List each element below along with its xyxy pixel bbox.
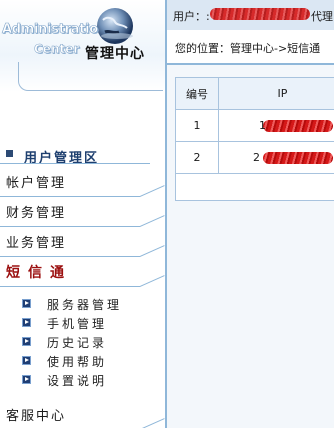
nav-label: 业务管理 [6, 236, 67, 251]
main-panel: 用户：: 代理 您的位置：管理中心->短信通 编号 IP 1 1 2 2 [167, 0, 334, 428]
logo-frame [18, 62, 163, 91]
nav-business-management[interactable]: 业务管理 [0, 227, 167, 257]
subnav-label: 使用帮助 [47, 355, 108, 369]
table-header-row: 编号 IP [176, 78, 334, 110]
ip-prefix: 2 [253, 151, 260, 164]
section-header: 用户管理区 [0, 145, 167, 166]
cell-ip: 2 [219, 142, 334, 173]
arrow-bullet-icon [22, 337, 31, 346]
subnav-server-management[interactable]: 服务器管理 [22, 296, 162, 314]
logo-text-administration: Administratio [2, 22, 99, 38]
user-label: 用户：: [173, 10, 210, 23]
redacted-ip [262, 119, 333, 132]
subnav-help[interactable]: 使用帮助 [22, 353, 162, 371]
nav-label: 帐户管理 [6, 176, 67, 191]
server-table: 编号 IP 1 1 2 2 [175, 77, 334, 201]
table-row-empty [176, 174, 334, 200]
arrow-bullet-icon [22, 299, 31, 308]
divider [0, 163, 150, 164]
nav-finance-management[interactable]: 财务管理 [0, 197, 167, 227]
table-row: 2 2 [176, 142, 334, 174]
logo: Administratio Center 管理中心 [0, 0, 167, 92]
column-header-ip: IP [277, 87, 288, 100]
subnav-phone-management[interactable]: 手机管理 [22, 315, 162, 333]
content-area: 编号 IP 1 1 2 2 [167, 65, 334, 428]
logo-text-center: Center [34, 42, 80, 57]
user-bar: 用户：: 代理 [167, 0, 334, 30]
redacted-ip [262, 151, 333, 164]
cell-id: 1 [176, 110, 219, 141]
breadcrumb-text: 您的位置：管理中心->短信通 [175, 42, 321, 55]
column-header-id: 编号 [176, 78, 219, 109]
subnav-label: 服务器管理 [47, 298, 123, 312]
subnav-label: 手机管理 [47, 317, 108, 331]
nav-label: 财务管理 [6, 206, 67, 221]
redacted-username [210, 8, 310, 20]
subnav-label: 历史记录 [47, 336, 108, 350]
globe-icon [97, 8, 133, 44]
ip-prefix: 1 [259, 119, 266, 132]
nav-label: 短信通 [6, 265, 72, 281]
subnav-history[interactable]: 历史记录 [22, 334, 162, 352]
nav-sms-active[interactable]: 短信通 [0, 257, 167, 287]
table-row: 1 1 [176, 110, 334, 142]
role-label: 代理 [311, 10, 333, 23]
nav-account-management[interactable]: 帐户管理 [0, 167, 167, 197]
square-bullet-icon [6, 150, 13, 157]
arrow-bullet-icon [22, 375, 31, 384]
arrow-bullet-icon [22, 356, 31, 365]
cell-ip: 1 [219, 110, 334, 141]
nav-label: 客服中心 [6, 409, 67, 424]
cell-id: 2 [176, 142, 219, 173]
nav-customer-service[interactable]: 客服中心 [0, 400, 167, 428]
logo-title: 管理中心 [85, 46, 145, 62]
subnav-settings-guide[interactable]: 设置说明 [22, 372, 162, 390]
sidebar: Administratio Center 管理中心 用户管理区 帐户管理 财务管… [0, 0, 167, 428]
subnav-label: 设置说明 [47, 374, 108, 388]
arrow-bullet-icon [22, 318, 31, 327]
breadcrumb: 您的位置：管理中心->短信通 [167, 30, 334, 65]
